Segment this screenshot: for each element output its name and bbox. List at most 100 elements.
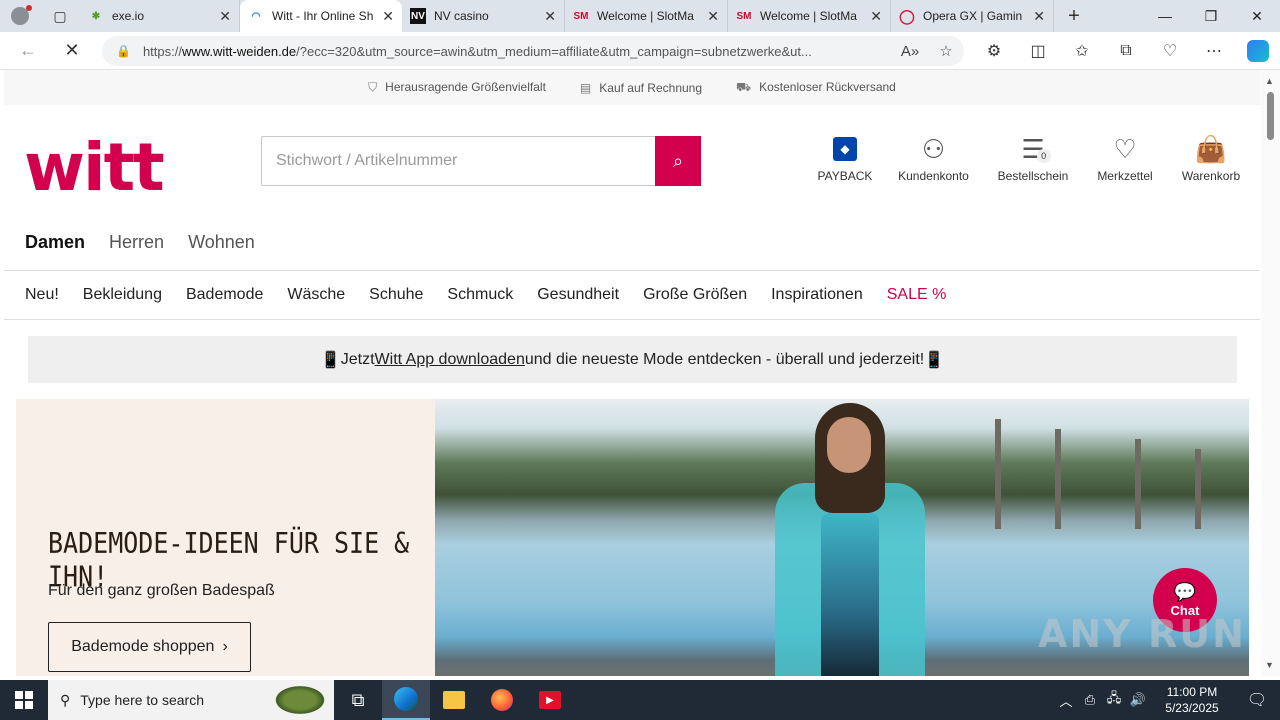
- search-button[interactable]: ⌕: [655, 136, 701, 186]
- scrollbar-thumb[interactable]: [1267, 92, 1274, 140]
- hero-text-panel: BADEMODE-IDEEN FÜR SIE & IHN! Für den ga…: [16, 399, 435, 676]
- stop-loading-button[interactable]: ✕: [52, 32, 92, 70]
- url-field[interactable]: 🔒 https://www.witt-weiden.de/?ecc=320&ut…: [102, 36, 964, 66]
- show-hidden-icons[interactable]: ︿: [1054, 691, 1078, 710]
- lock-icon[interactable]: 🔒: [116, 44, 131, 58]
- opera-icon: ◯: [899, 7, 915, 24]
- shop-swimwear-button[interactable]: Bademode shoppen ›: [48, 622, 251, 672]
- taskbar-file-explorer[interactable]: [430, 680, 478, 720]
- category-gesundheit[interactable]: Gesundheit: [537, 286, 619, 304]
- category-bekleidung[interactable]: Bekleidung: [83, 286, 162, 304]
- category-inspirationen[interactable]: Inspirationen: [771, 286, 863, 304]
- search-box: Stichwort / Artikelnummer ⌕: [261, 136, 701, 186]
- read-aloud-icon[interactable]: A»: [892, 43, 928, 60]
- volume-icon[interactable]: 🔊: [1126, 692, 1150, 708]
- tab-nv-casino[interactable]: NV NV casino ✕: [402, 0, 565, 32]
- anyrun-watermark: ANY RUN: [1038, 612, 1246, 656]
- close-tab-icon[interactable]: ✕: [870, 8, 882, 25]
- close-tab-icon[interactable]: ✕: [1033, 8, 1045, 25]
- payback-button[interactable]: ◆ PAYBACK: [804, 129, 886, 183]
- user-icon: ⚇: [921, 133, 946, 164]
- app-download-link[interactable]: Witt App downloaden: [375, 351, 525, 369]
- cart-button[interactable]: 👜 Warenkorb: [1165, 129, 1257, 184]
- search-icon: ⌕: [672, 150, 684, 171]
- favorite-star-icon[interactable]: ☆: [928, 42, 964, 60]
- category-waesche[interactable]: Wäsche: [287, 286, 345, 304]
- account-button[interactable]: ⚇ Kundenkonto: [886, 129, 981, 184]
- palm-tree: [1195, 449, 1201, 529]
- tab-slotmagic-2[interactable]: SM Welcome | SlotMa ✕: [728, 0, 891, 32]
- tab-actions-icon[interactable]: ▢: [40, 0, 80, 32]
- start-button[interactable]: [0, 680, 48, 720]
- gender-tab-wohnen[interactable]: Wohnen: [188, 232, 255, 253]
- close-window-button[interactable]: ✕: [1234, 0, 1280, 32]
- palm-tree: [1135, 439, 1141, 529]
- browser-essentials-icon[interactable]: ♡: [1148, 32, 1192, 70]
- category-schmuck[interactable]: Schmuck: [447, 286, 513, 304]
- witt-logo[interactable]: witt: [24, 135, 165, 201]
- device-icon[interactable]: ⎙: [1078, 692, 1102, 708]
- app-download-banner: 📱 Jetzt Witt App downloaden und die neue…: [28, 336, 1237, 383]
- site-header: witt Stichwort / Artikelnummer ⌕ ◆ PAYBA…: [4, 105, 1260, 215]
- minimize-button[interactable]: —: [1142, 0, 1188, 32]
- taskbar-clock[interactable]: 11:00 PM 5/23/2025: [1150, 684, 1234, 716]
- search-input[interactable]: Stichwort / Artikelnummer: [262, 137, 655, 185]
- category-schuhe[interactable]: Schuhe: [369, 286, 423, 304]
- taskbar-edge[interactable]: [382, 680, 430, 720]
- scroll-down-icon[interactable]: ▼: [1265, 660, 1274, 670]
- exe-io-icon: ✱: [91, 10, 101, 22]
- scroll-up-icon[interactable]: ▲: [1265, 76, 1274, 86]
- usp-item: ⛉ Herausragende Größenvielfalt: [368, 80, 546, 94]
- loading-spinner-icon: ◠: [251, 10, 261, 22]
- more-menu-icon[interactable]: ⋯: [1192, 32, 1236, 70]
- task-view-icon[interactable]: ⧉: [334, 680, 382, 720]
- windows-logo-icon: [15, 691, 33, 709]
- slotmagic-icon: SM: [736, 10, 752, 22]
- tab-slotmagic-1[interactable]: SM Welcome | SlotMa ✕: [565, 0, 728, 32]
- nv-casino-icon: NV: [410, 8, 426, 24]
- restore-button[interactable]: ❐: [1188, 0, 1234, 32]
- tab-opera-gx[interactable]: ◯ Opera GX | Gamin ✕: [891, 0, 1054, 32]
- taskbar-search[interactable]: ⚲ Type here to search: [48, 680, 334, 720]
- order-form-button[interactable]: ☰ 0 Bestellschein: [981, 129, 1085, 184]
- split-screen-icon[interactable]: ◫: [1016, 32, 1060, 70]
- return-icon: ⛟: [736, 79, 752, 94]
- taskbar-firefox[interactable]: [478, 680, 526, 720]
- profile-avatar[interactable]: [0, 0, 40, 32]
- category-sale[interactable]: SALE %: [887, 286, 947, 304]
- search-highlight-turtle-icon: [272, 684, 328, 716]
- firefox-icon: [491, 689, 513, 711]
- app-icon: ▶: [539, 691, 561, 709]
- collections-icon[interactable]: ⧉: [1104, 32, 1148, 70]
- palm-tree: [1055, 429, 1061, 529]
- back-button[interactable]: ←: [8, 32, 48, 70]
- network-icon[interactable]: 🖧: [1102, 689, 1126, 711]
- favorites-icon[interactable]: ✩: [1060, 32, 1104, 70]
- category-grosse-groessen[interactable]: Große Größen: [643, 286, 747, 304]
- copilot-icon[interactable]: [1247, 40, 1269, 62]
- slotmagic-icon: SM: [573, 10, 589, 22]
- gender-tab-herren[interactable]: Herren: [109, 232, 164, 253]
- close-tab-icon[interactable]: ✕: [707, 8, 719, 25]
- close-tab-icon[interactable]: ✕: [382, 8, 394, 25]
- windows-taskbar: ⚲ Type here to search ⧉ ▶ ︿ ⎙ 🖧 🔊 11:00 …: [0, 680, 1280, 720]
- gender-tab-damen[interactable]: Damen: [25, 232, 85, 253]
- order-count-badge: 0: [1036, 149, 1051, 163]
- tab-exe-io[interactable]: ✱ exe.io ✕: [80, 0, 240, 32]
- wishlist-button[interactable]: ♡ Merkzettel: [1085, 129, 1165, 184]
- category-bademode[interactable]: Bademode: [186, 286, 263, 304]
- category-neu[interactable]: Neu!: [25, 286, 59, 304]
- taskbar-red-app[interactable]: ▶: [526, 680, 574, 720]
- extensions-icon[interactable]: ⚙: [972, 32, 1016, 70]
- page-scrollbar[interactable]: ▲ ▼: [1261, 70, 1280, 676]
- new-tab-button[interactable]: +: [1054, 5, 1094, 28]
- invoice-icon: ▤: [579, 80, 592, 95]
- shopping-bag-icon: 👜: [1194, 133, 1228, 164]
- category-nav: Neu! Bekleidung Bademode Wäsche Schuhe S…: [4, 271, 1260, 320]
- close-tab-icon[interactable]: ✕: [544, 8, 556, 25]
- notification-icon[interactable]: 🗨: [1234, 690, 1280, 710]
- chat-bubble-icon: 💬: [1173, 581, 1197, 602]
- tab-witt[interactable]: ◠ Witt - Ihr Online Sh ✕: [240, 0, 402, 32]
- close-tab-icon[interactable]: ✕: [219, 8, 231, 25]
- usp-bar: ⛉ Herausragende Größenvielfalt ▤ Kauf auf …: [4, 70, 1260, 105]
